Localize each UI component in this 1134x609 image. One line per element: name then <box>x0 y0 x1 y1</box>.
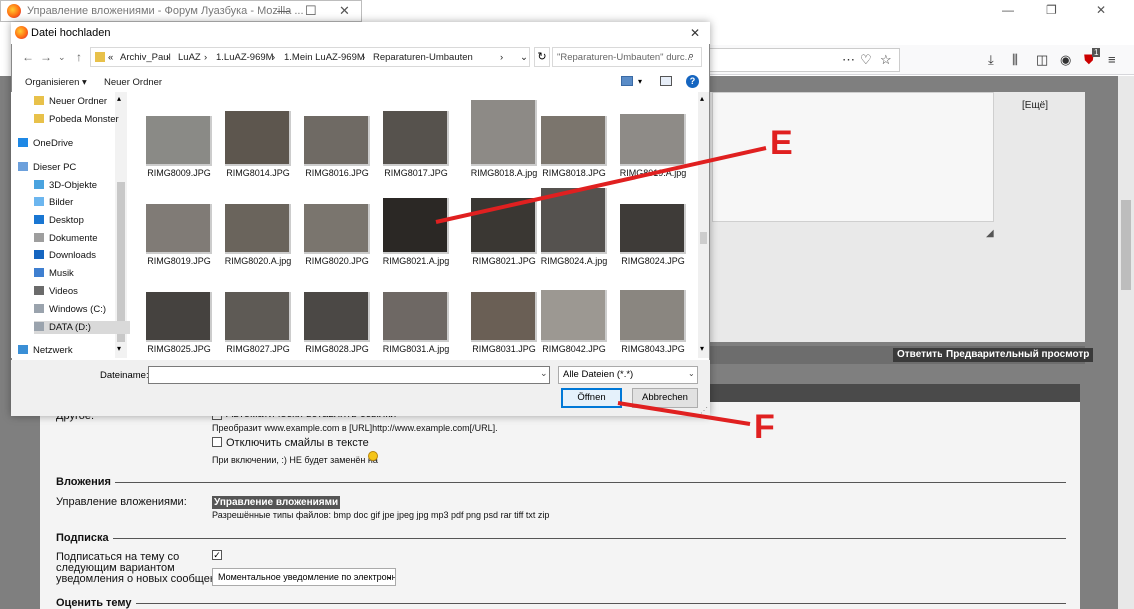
annotation-arrow-f <box>617 401 751 426</box>
annotation-label-e: E <box>770 124 793 162</box>
annotation-overlay <box>435 146 767 426</box>
annotation-arrow-e <box>435 146 767 224</box>
annotation-label-f: F <box>754 408 775 446</box>
